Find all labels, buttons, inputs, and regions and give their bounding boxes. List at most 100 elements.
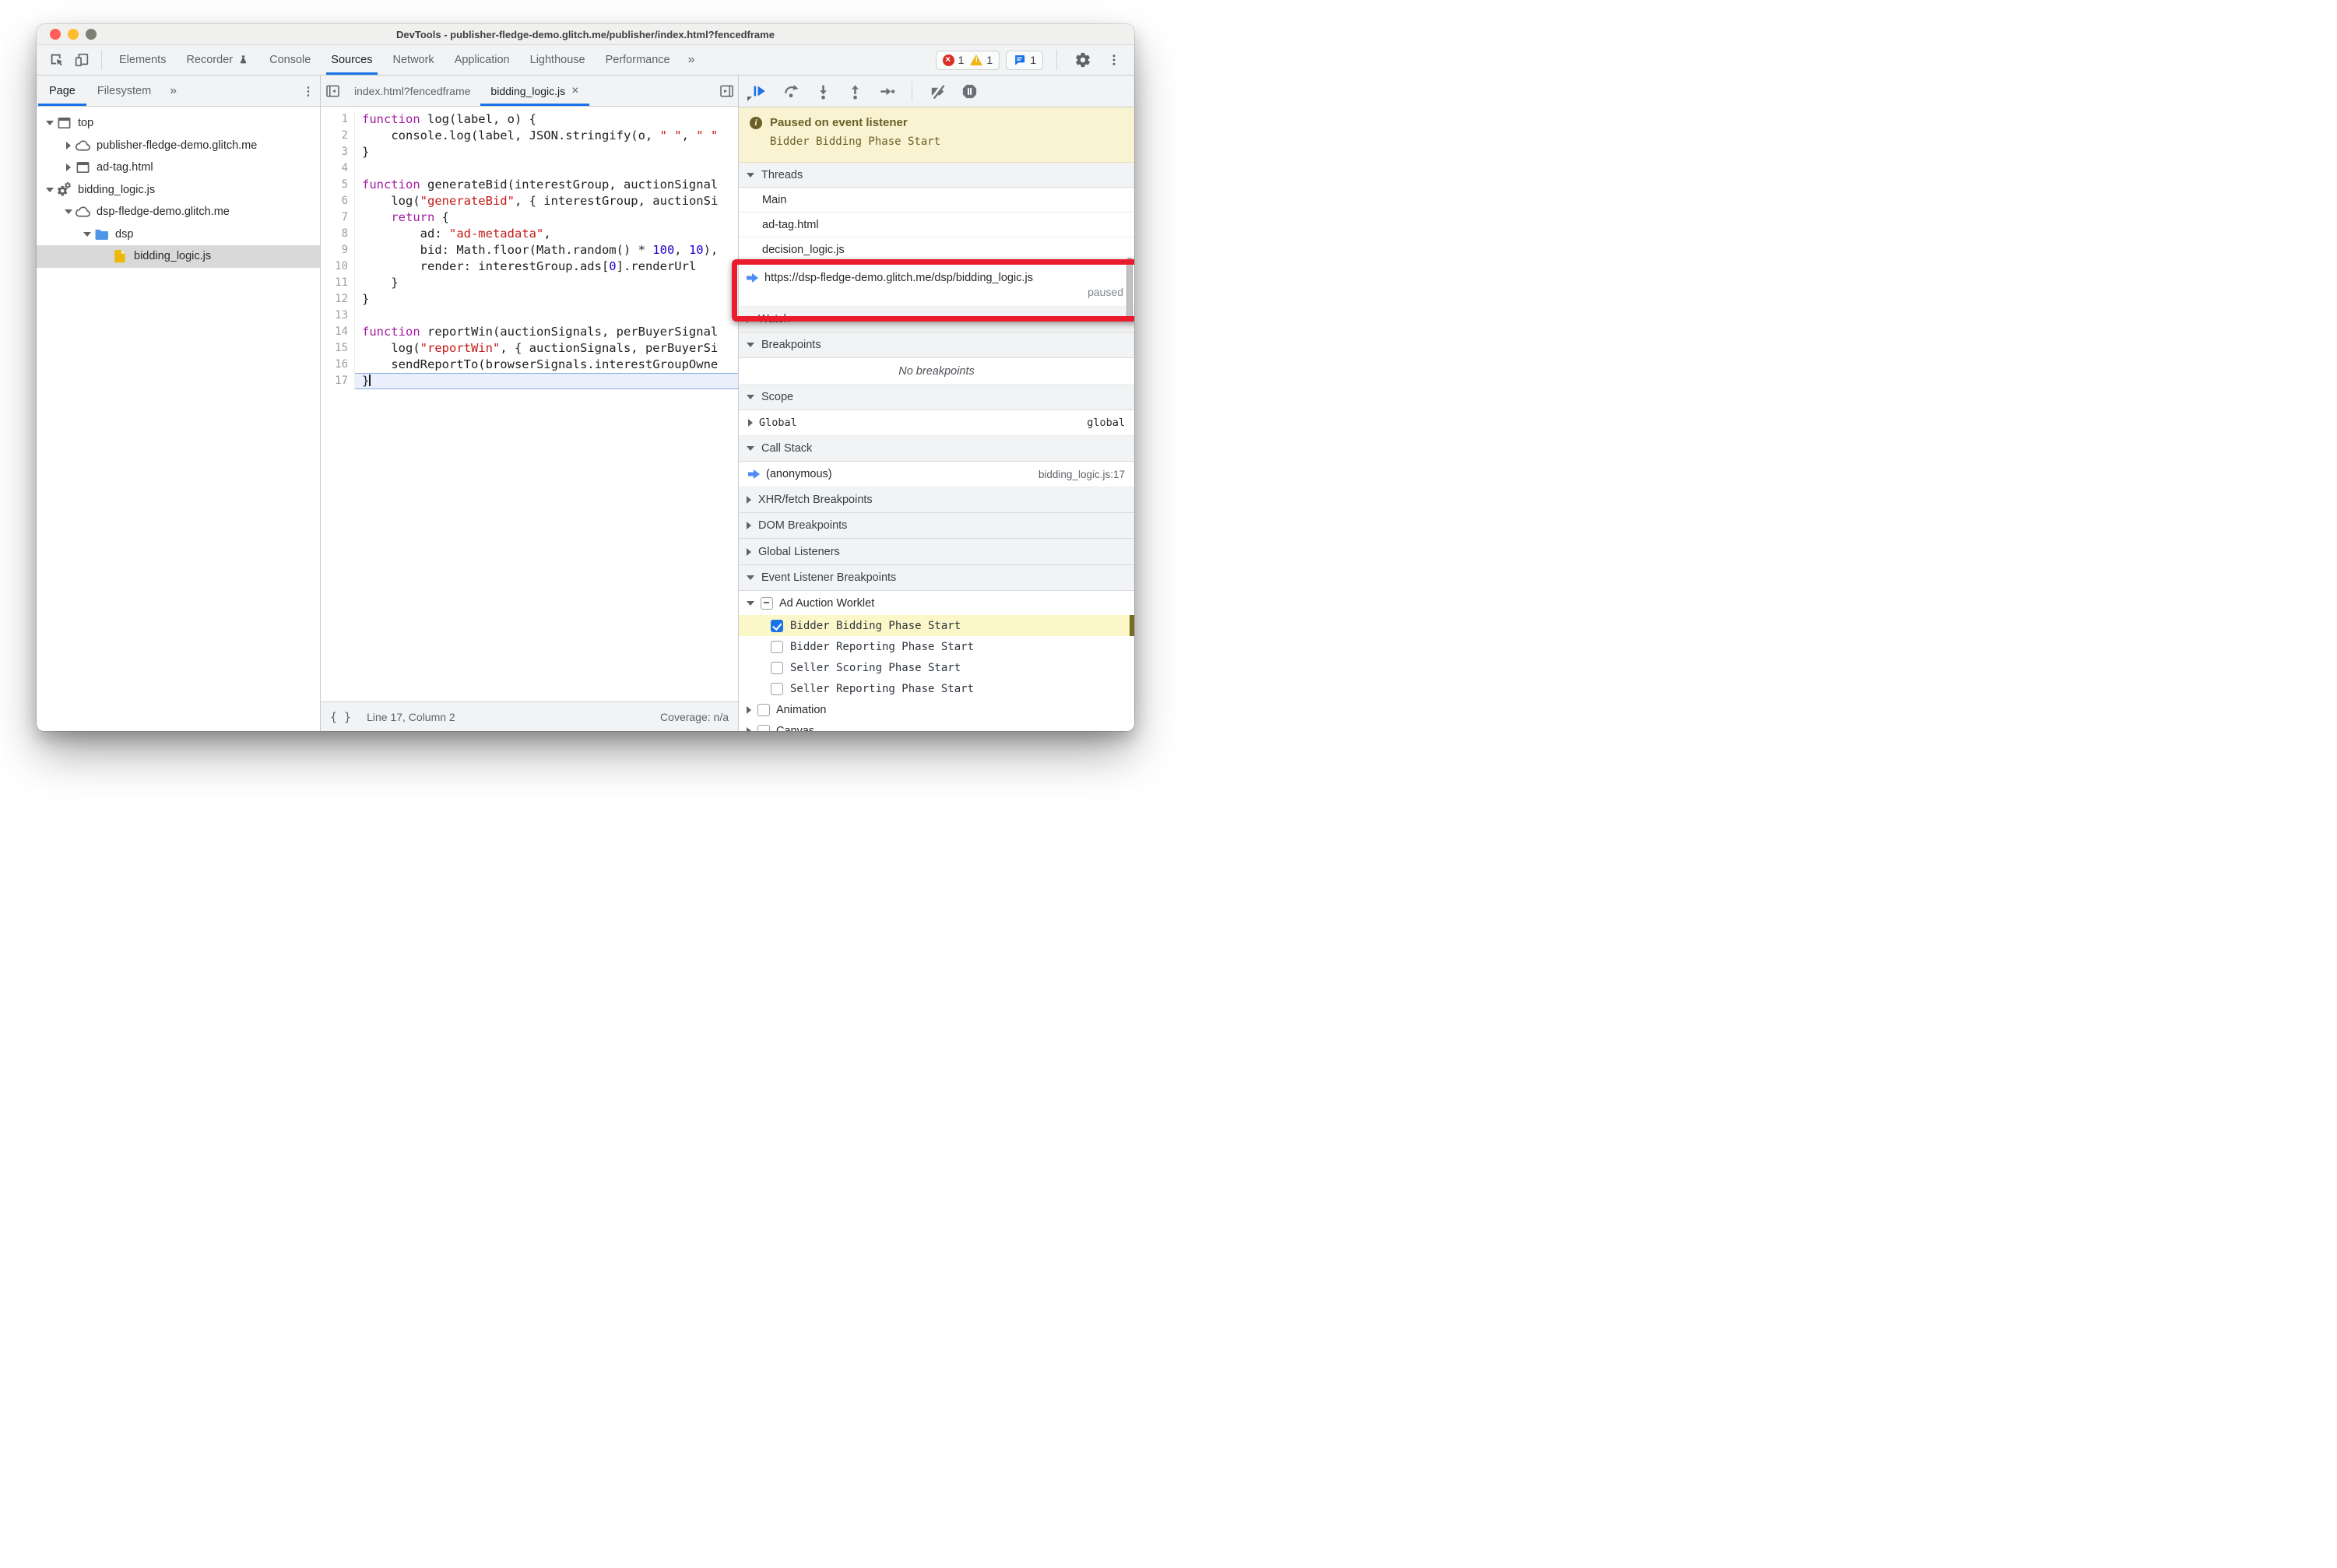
indeterminate-checkbox[interactable] <box>761 596 773 610</box>
thread-row[interactable]: ad-tag.html <box>739 213 1134 237</box>
more-tabs-icon[interactable]: » <box>680 53 703 67</box>
line-number[interactable]: 10 <box>321 258 355 275</box>
pretty-print-icon[interactable]: { } <box>330 710 351 724</box>
minimize-window-button[interactable] <box>68 29 79 40</box>
tree-item-top[interactable]: top <box>37 112 320 135</box>
close-window-button[interactable] <box>50 29 61 40</box>
line-number[interactable]: 4 <box>321 160 355 177</box>
scrollbar-thumb[interactable] <box>1126 258 1133 322</box>
step-button[interactable] <box>873 79 901 104</box>
code-text[interactable]: sendReportTo(browserSignals.interestGrou… <box>355 357 738 373</box>
line-number[interactable]: 9 <box>321 242 355 258</box>
code-text[interactable]: bid: Math.floor(Math.random() * 100, 10)… <box>355 242 738 258</box>
code-text[interactable]: log("generateBid", { interestGroup, auct… <box>355 193 738 209</box>
expander-closed-icon[interactable] <box>62 141 75 149</box>
code-text[interactable]: render: interestGroup.ads[0].renderUrl <box>355 258 738 275</box>
thread-row[interactable]: Main <box>739 188 1134 213</box>
step-into-button[interactable] <box>809 79 837 104</box>
issues-badge[interactable]: 1 <box>1006 50 1043 70</box>
expand-panel-icon[interactable] <box>715 76 738 106</box>
inspect-element-icon[interactable] <box>44 48 69 72</box>
section-watch[interactable]: Watch <box>739 307 1134 332</box>
line-number[interactable]: 14 <box>321 324 355 340</box>
toolbar-tab-performance[interactable]: Performance <box>596 45 680 75</box>
line-number[interactable]: 16 <box>321 357 355 373</box>
toolbar-tab-console[interactable]: Console <box>259 45 321 75</box>
code-text[interactable]: } <box>355 275 738 291</box>
checked-checkbox[interactable] <box>771 619 783 632</box>
line-number[interactable]: 15 <box>321 340 355 357</box>
code-text[interactable]: console.log(label, JSON.stringify(o, " "… <box>355 128 738 144</box>
elb-item-bidder-reporting-phase-start[interactable]: Bidder Reporting Phase Start <box>739 636 1134 657</box>
line-number[interactable]: 13 <box>321 308 355 324</box>
section-global-listeners[interactable]: Global Listeners <box>739 539 1134 565</box>
expander-open-icon[interactable] <box>43 187 56 192</box>
scope-global-row[interactable]: Global global <box>739 410 1134 436</box>
section-call-stack[interactable]: Call Stack <box>739 436 1134 462</box>
pause-on-exceptions-button[interactable] <box>955 79 983 104</box>
resume-button[interactable] <box>745 79 773 104</box>
tab-page[interactable]: Page <box>38 76 86 106</box>
more-options-icon[interactable] <box>1102 48 1126 72</box>
toolbar-tab-network[interactable]: Network <box>383 45 445 75</box>
settings-gear-icon[interactable] <box>1070 48 1095 72</box>
code-text[interactable]: function reportWin(auctionSignals, perBu… <box>355 324 738 340</box>
line-number[interactable]: 7 <box>321 209 355 226</box>
line-number[interactable]: 17 <box>321 373 355 389</box>
step-over-button[interactable] <box>777 79 805 104</box>
toolbar-tab-recorder[interactable]: Recorder <box>176 45 259 75</box>
elb-item-seller-scoring-phase-start[interactable]: Seller Scoring Phase Start <box>739 657 1134 678</box>
deactivate-breakpoints-button[interactable] <box>923 79 951 104</box>
unchecked-checkbox[interactable] <box>771 640 783 653</box>
toolbar-tab-application[interactable]: Application <box>445 45 520 75</box>
errors-warnings-badge[interactable]: 1 1 <box>935 50 1000 70</box>
zoom-window-button[interactable] <box>86 29 97 40</box>
code-text[interactable]: ad: "ad-metadata", <box>355 226 738 242</box>
elb-item-seller-reporting-phase-start[interactable]: Seller Reporting Phase Start <box>739 678 1134 699</box>
device-toolbar-icon[interactable] <box>69 48 94 72</box>
frame-location[interactable]: bidding_logic.js:17 <box>1038 469 1125 480</box>
call-stack-frame[interactable]: (anonymous) bidding_logic.js:17 <box>739 462 1134 487</box>
tree-item-bidding-logic-js[interactable]: bidding_logic.js <box>37 245 320 268</box>
thread-row-current[interactable]: https://dsp-fledge-demo.glitch.me/dsp/bi… <box>739 262 1134 307</box>
step-out-button[interactable] <box>841 79 869 104</box>
tab-filesystem[interactable]: Filesystem <box>86 76 162 106</box>
line-number[interactable]: 5 <box>321 177 355 193</box>
unchecked-checkbox[interactable] <box>771 661 783 674</box>
elb-group-ad-auction-worklet[interactable]: Ad Auction Worklet <box>739 591 1134 615</box>
code-text[interactable] <box>355 308 738 324</box>
section-threads[interactable]: Threads <box>739 163 1134 188</box>
collapse-sidebar-icon[interactable] <box>321 76 344 106</box>
code-text[interactable]: } <box>355 144 738 160</box>
thread-row[interactable]: decision_logic.js <box>739 237 1134 262</box>
toolbar-tab-sources[interactable]: Sources <box>321 45 382 75</box>
tree-item-dsp[interactable]: dsp <box>37 223 320 246</box>
tree-item-ad-tag-html[interactable]: ad-tag.html <box>37 156 320 179</box>
elb-item-bidder-bidding-phase-start[interactable]: Bidder Bidding Phase Start <box>739 615 1134 636</box>
unchecked-checkbox[interactable] <box>757 724 770 731</box>
line-number[interactable]: 3 <box>321 144 355 160</box>
unchecked-checkbox[interactable] <box>757 703 770 716</box>
editor-tab-index-html[interactable]: index.html?fencedframe <box>344 76 480 106</box>
code-text[interactable]: function generateBid(interestGroup, auct… <box>355 177 738 193</box>
unchecked-checkbox[interactable] <box>771 682 783 695</box>
code-text[interactable]: return { <box>355 209 738 226</box>
elb-category-canvas[interactable]: Canvas <box>739 720 1134 731</box>
line-number[interactable]: 12 <box>321 291 355 308</box>
line-number[interactable]: 1 <box>321 111 355 128</box>
section-xhr-breakpoints[interactable]: XHR/fetch Breakpoints <box>739 487 1134 513</box>
code-editor[interactable]: 1 function log(label, o) {2 console.log(l… <box>321 107 738 701</box>
tree-item-publisher-fledge-demo-glitch-me[interactable]: publisher-fledge-demo.glitch.me <box>37 135 320 157</box>
navigator-menu-icon[interactable] <box>298 84 318 98</box>
code-text[interactable] <box>355 160 738 177</box>
code-text[interactable]: } <box>355 373 738 389</box>
expander-closed-icon[interactable] <box>62 163 75 172</box>
toolbar-tab-elements[interactable]: Elements <box>109 45 176 75</box>
line-number[interactable]: 8 <box>321 226 355 242</box>
line-number[interactable]: 11 <box>321 275 355 291</box>
section-breakpoints[interactable]: Breakpoints <box>739 332 1134 358</box>
code-text[interactable]: log("reportWin", { auctionSignals, perBu… <box>355 340 738 357</box>
section-event-listener-breakpoints[interactable]: Event Listener Breakpoints <box>739 565 1134 591</box>
elb-category-animation[interactable]: Animation <box>739 699 1134 720</box>
expander-open-icon[interactable] <box>43 121 56 126</box>
